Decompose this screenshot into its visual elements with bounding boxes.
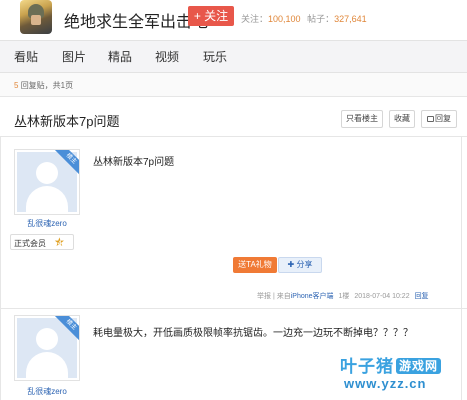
reply-button-label: 回复 bbox=[435, 114, 451, 123]
post-content: 丛林新版本7p问题 bbox=[93, 157, 175, 168]
level-star-icon: ★ 4 bbox=[54, 235, 65, 249]
forum-nav: 看贴 图片 精品 视频 玩乐 bbox=[0, 40, 467, 73]
post-time: 2018-07-04 10:22 bbox=[354, 293, 410, 300]
post-content: 耗电量极大，开低画质极限帧率抗锯齿。一边充一边玩不断掉电？？？？ bbox=[93, 328, 413, 339]
level-number: 4 bbox=[58, 241, 62, 247]
member-level-tag: 正式会员 ★ 4 bbox=[10, 234, 74, 250]
forum-title[interactable]: 绝地求生全军出击吧 bbox=[64, 8, 208, 32]
follow-button[interactable]: + 关注 bbox=[188, 6, 234, 26]
watermark-brand: 叶子猪 游戏网 bbox=[340, 352, 442, 377]
post-meta: 举报 | 来自iPhone客户端 1楼 2018-07-04 10:22 回复 bbox=[257, 291, 429, 301]
source-prefix: | 来自 bbox=[272, 293, 291, 300]
source-client-link[interactable]: iPhone客户端 bbox=[291, 293, 334, 300]
reply-count: 5 bbox=[14, 81, 19, 90]
post-divider bbox=[0, 308, 467, 309]
reply-count-bar: 5 回复贴，共1页 bbox=[0, 73, 467, 97]
forum-header: 绝地求生全军出击吧 + 关注 关注：100,100 帖子：327,641 bbox=[0, 0, 467, 40]
member-label: 正式会员 bbox=[14, 239, 46, 248]
reply-button[interactable]: 回复 bbox=[421, 110, 457, 128]
author-avatar-frame[interactable]: 楼主 bbox=[14, 149, 80, 215]
send-gift-button[interactable]: 送TA礼物 bbox=[233, 257, 277, 273]
watermark-brand-text: 叶子猪 bbox=[340, 357, 394, 376]
thread-title: 丛林新版本7p问题 bbox=[14, 114, 120, 129]
forum-game-icon[interactable] bbox=[20, 0, 52, 34]
thread-title-bar: 丛林新版本7p问题 只看楼主 收藏 回复 bbox=[0, 102, 467, 137]
tab-featured[interactable]: 精品 bbox=[108, 41, 132, 74]
watermark-logo: 叶子猪 游戏网 www.yzz.cn bbox=[340, 352, 460, 396]
tab-videos[interactable]: 视频 bbox=[155, 41, 179, 74]
follow-count-label: 关注： bbox=[241, 14, 269, 24]
reply-count-text: 5 回复贴，共1页 bbox=[14, 80, 73, 91]
plus-icon: ✚ bbox=[287, 260, 295, 269]
only-op-button[interactable]: 只看楼主 bbox=[341, 110, 383, 128]
share-label: 分享 bbox=[296, 260, 313, 269]
author-name[interactable]: 乱很魂zero bbox=[14, 386, 80, 397]
author-avatar-frame[interactable]: 楼主 bbox=[14, 315, 80, 381]
post-area-left-border bbox=[0, 137, 1, 400]
comment-icon bbox=[427, 116, 434, 122]
reply-count-suffix: 回复贴，共1页 bbox=[20, 81, 74, 90]
floor-number: 1楼 bbox=[338, 293, 350, 300]
tab-images[interactable]: 图片 bbox=[62, 41, 86, 74]
forum-stats: 关注：100,100 帖子：327,641 bbox=[241, 12, 367, 25]
author-name[interactable]: 乱很魂zero bbox=[14, 218, 80, 229]
post-count: 327,641 bbox=[334, 14, 367, 24]
watermark-tag: 游戏网 bbox=[396, 358, 442, 374]
reply-link[interactable]: 回复 bbox=[415, 293, 429, 300]
follow-count: 100,100 bbox=[268, 14, 301, 24]
post-count-label: 帖子： bbox=[307, 14, 335, 24]
tab-posts[interactable]: 看贴 bbox=[14, 41, 38, 74]
favorite-button[interactable]: 收藏 bbox=[389, 110, 415, 128]
watermark-url: www.yzz.cn bbox=[344, 376, 427, 391]
post-area-right-border bbox=[461, 137, 462, 400]
share-button[interactable]: ✚ 分享 bbox=[278, 257, 322, 273]
report-link[interactable]: 举报 bbox=[257, 293, 271, 300]
tab-fun[interactable]: 玩乐 bbox=[203, 41, 227, 74]
